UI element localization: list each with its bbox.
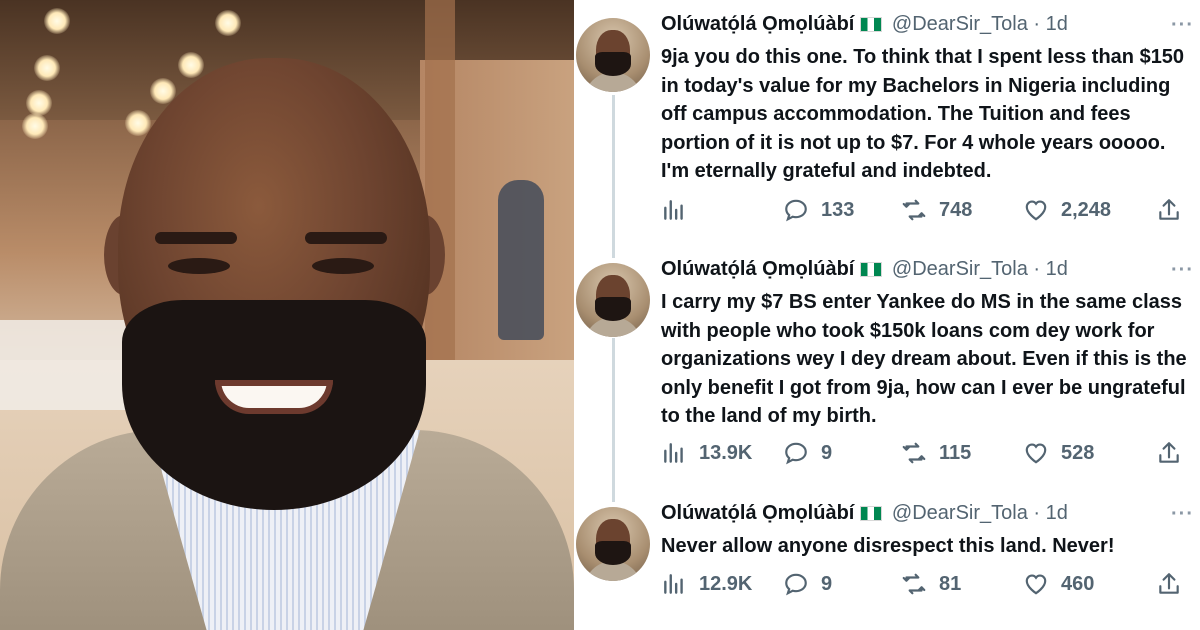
like-icon [1025,200,1047,221]
reply-icon [785,573,807,596]
tweet-header: Olúwatọ́lá Ọmọlúàbí @DearSir_Tola · 1d [661,501,1068,525]
views-count: 12.9K [699,572,753,595]
share-button[interactable] [1156,569,1194,599]
tweet-header: Olúwatọ́lá Ọmọlúàbí @DearSir_Tola · 1d [661,12,1068,36]
tweet[interactable]: Olúwatọ́lá Ọmọlúàbí @DearSir_Tola · 1d ·… [574,489,1200,630]
tweet-header: Olúwatọ́lá Ọmọlúàbí @DearSir_Tola · 1d [661,257,1068,281]
share-icon [1159,199,1179,220]
nigeria-flag-icon [860,17,883,32]
eyebrow [305,232,387,244]
retweet-icon [902,199,926,221]
nigeria-flag-icon [860,506,883,521]
timestamp[interactable]: 1d [1046,13,1068,35]
profile-photo [0,0,574,630]
reply-icon [785,199,807,222]
separator: · [1033,13,1041,35]
share-icon [1159,442,1179,463]
retweet-count: 81 [939,572,962,595]
timestamp[interactable]: 1d [1046,502,1068,524]
smile [215,380,333,414]
views-button[interactable]: 13.9K [661,438,752,468]
avatar-beard [595,541,631,565]
tweet[interactable]: Olúwatọ́lá Ọmọlúàbí @DearSir_Tola · 1d ·… [574,245,1200,490]
views-button[interactable] [661,195,699,225]
views-button[interactable]: 12.9K [661,569,752,599]
reply-count: 133 [821,198,855,221]
retweet-icon [902,573,926,595]
retweet-count: 115 [939,441,972,464]
eye [312,258,374,274]
tweet-text: I carry my $7 BS enter Yankee do MS in t… [661,291,1187,427]
display-name[interactable]: Olúwatọ́lá Ọmọlúàbí [661,502,854,524]
like-button[interactable]: 460 [1023,569,1094,599]
reply-button[interactable]: 9 [783,569,832,599]
retweet-button[interactable]: 81 [901,569,961,599]
eyebrow [155,232,237,244]
eye [168,258,230,274]
reply-count: 9 [821,441,833,464]
timestamp[interactable]: 1d [1046,258,1068,280]
avatar-beard [595,52,631,76]
avatar[interactable] [576,507,650,581]
share-icon [1159,573,1179,594]
views-icon [664,443,683,463]
views-count: 13.9K [699,441,753,464]
retweet-icon [902,442,926,464]
tweet-thread: Olúwatọ́lá Ọmọlúàbí @DearSir_Tola · 1d ·… [574,0,1200,630]
user-handle[interactable]: @DearSir_Tola [892,258,1028,280]
avatar[interactable] [576,263,650,337]
separator: · [1033,502,1041,524]
reply-count: 9 [821,572,833,595]
user-handle[interactable]: @DearSir_Tola [892,13,1028,35]
views-icon [664,574,683,594]
tweet-actions: 12.9K 9 81 460 [661,569,1191,599]
like-button[interactable]: 528 [1023,438,1094,468]
tweet-actions: 13.9K 9 115 528 [661,438,1191,468]
man-figure [0,0,574,630]
like-count: 460 [1061,572,1095,595]
like-count: 528 [1061,441,1095,464]
more-options-icon[interactable]: ··· [1171,259,1194,282]
reply-icon [785,442,807,465]
user-handle[interactable]: @DearSir_Tola [892,502,1028,524]
retweet-count: 748 [939,198,973,221]
tweet[interactable]: Olúwatọ́lá Ọmọlúàbí @DearSir_Tola · 1d ·… [574,0,1200,245]
retweet-button[interactable]: 748 [901,195,972,225]
display-name[interactable]: Olúwatọ́lá Ọmọlúàbí [661,258,854,280]
more-options-icon[interactable]: ··· [1171,14,1194,37]
tweet-text: Never allow anyone disrespect this land.… [661,535,1115,557]
share-button[interactable] [1156,438,1194,468]
like-icon [1025,574,1047,595]
display-name[interactable]: Olúwatọ́lá Ọmọlúàbí [661,13,854,35]
tweet-text: 9ja you do this one. To think that I spe… [661,46,1185,182]
more-options-icon[interactable]: ··· [1171,503,1194,526]
tweet-actions: 133 748 2,248 [661,195,1191,225]
like-button[interactable]: 2,248 [1023,195,1111,225]
like-icon [1025,443,1047,464]
share-button[interactable] [1156,195,1194,225]
retweet-button[interactable]: 115 [901,438,971,468]
avatar[interactable] [576,18,650,92]
separator: · [1033,258,1041,280]
views-icon [664,200,683,220]
reply-button[interactable]: 9 [783,438,832,468]
like-count: 2,248 [1061,198,1112,221]
avatar-beard [595,297,631,321]
reply-button[interactable]: 133 [783,195,854,225]
nigeria-flag-icon [860,262,883,277]
